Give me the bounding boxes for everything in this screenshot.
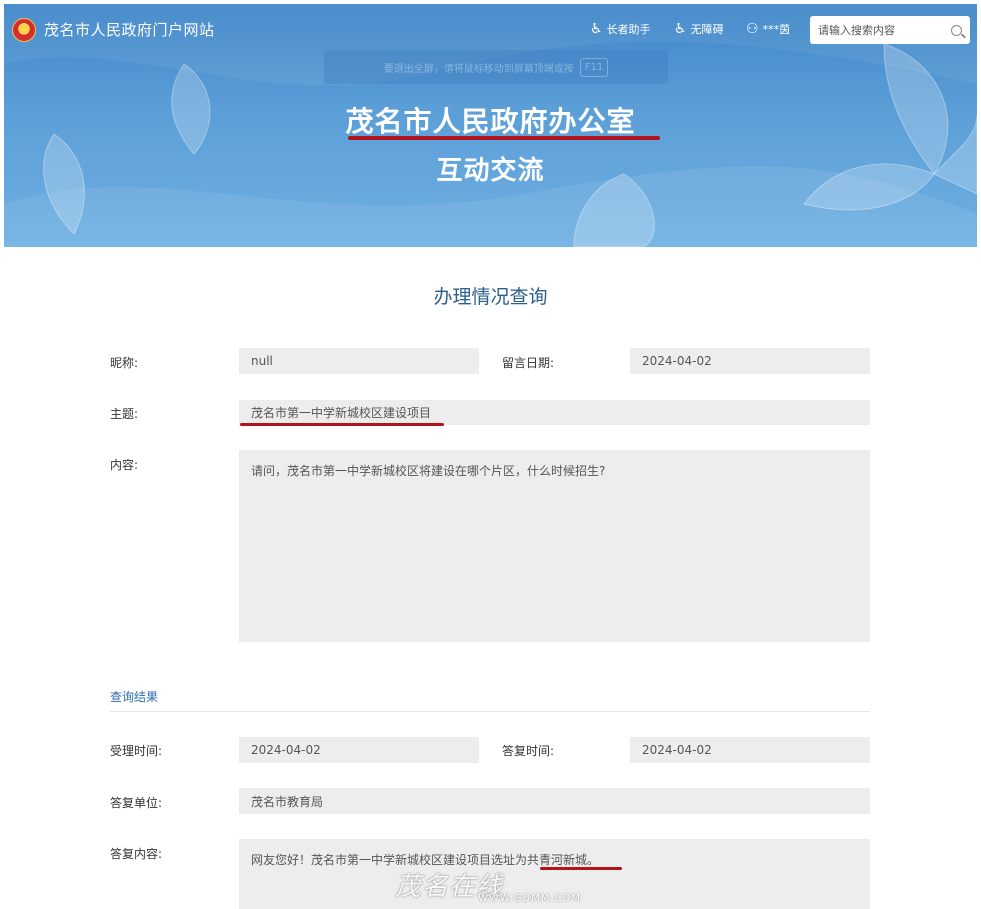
accepted-time-value: 2024-04-02 [251, 743, 321, 757]
search-input[interactable] [818, 23, 940, 37]
reply-unit-label: 答复单位: [110, 796, 163, 810]
reply-unit-value: 茂名市教育局 [251, 794, 324, 809]
nickname-label: 昵称: [110, 356, 139, 370]
subject-field: 茂名市第一中学新城校区建设项目 [239, 400, 870, 425]
reply-content-label: 答复内容: [110, 847, 163, 861]
elder-helper-button[interactable]: ♿ 长者助手 [590, 21, 651, 37]
reply-time-field: 2024-04-02 [630, 737, 870, 763]
subject-underline-mark [240, 423, 444, 426]
message-date-value: 2024-04-02 [642, 354, 712, 368]
accessibility-icon: ♿ [674, 21, 687, 37]
watermark-url: WWW.GDMM.COM [478, 893, 582, 904]
section-title: 办理情况查询 [433, 286, 548, 308]
top-bar: 茂名市人民政府门户网站 ♿ 长者助手 ♿ 无障碍 ⚇ ***茵 [4, 4, 977, 52]
user-icon: ⚇ [746, 21, 759, 37]
site-name-link[interactable]: 茂名市人民政府门户网站 [44, 19, 215, 40]
nickname-value: null [251, 354, 273, 368]
page-subtitle: 互动交流 [436, 156, 545, 186]
page-title: 茂名市人民政府办公室 [345, 105, 636, 138]
result-divider [110, 711, 870, 712]
accepted-time-label: 受理时间: [110, 744, 163, 758]
elder-helper-label: 长者助手 [606, 23, 651, 36]
message-date-field: 2024-04-02 [630, 348, 870, 374]
message-date-label: 留言日期: [502, 356, 555, 370]
search-box [810, 16, 970, 44]
fullscreen-hint-text: 要退出全屏，请将鼠标移动到屏幕顶端或按 [383, 63, 574, 75]
content-field: 请问，茂名市第一中学新城校区将建设在哪个片区，什么时候招生? [239, 450, 870, 642]
content-value: 请问，茂名市第一中学新城校区将建设在哪个片区，什么时候招生? [251, 464, 606, 478]
user-name: ***茵 [762, 23, 791, 36]
subject-value: 茂名市第一中学新城校区建设项目 [251, 406, 432, 420]
reply-time-label: 答复时间: [502, 744, 555, 758]
content-label: 内容: [110, 458, 139, 472]
elder-icon: ♿ [590, 21, 603, 37]
nickname-field: null [239, 348, 479, 374]
reply-content-value: 网友您好！茂名市第一中学新城校区建设项目选址为共青河新城。 [251, 853, 600, 867]
fullscreen-key: F11 [579, 57, 609, 77]
accessibility-label: 无障碍 [690, 23, 724, 36]
reply-time-value: 2024-04-02 [642, 743, 712, 757]
header-banner: 茂名市人民政府门户网站 ♿ 长者助手 ♿ 无障碍 ⚇ ***茵 要退出全屏，请将… [4, 4, 977, 247]
search-icon[interactable] [951, 24, 962, 36]
subject-label: 主题: [110, 407, 139, 421]
reply-underline-mark [540, 867, 622, 870]
result-heading: 查询结果 [110, 690, 159, 704]
user-account-button[interactable]: ⚇ ***茵 [746, 21, 790, 37]
national-emblem-icon [12, 18, 36, 42]
accepted-time-field: 2024-04-02 [239, 737, 479, 763]
reply-unit-field: 茂名市教育局 [239, 788, 870, 814]
title-underline-mark [348, 136, 660, 140]
accessibility-button[interactable]: ♿ 无障碍 [674, 21, 724, 37]
fullscreen-hint: 要退出全屏，请将鼠标移动到屏幕顶端或按 F11 [324, 50, 668, 84]
